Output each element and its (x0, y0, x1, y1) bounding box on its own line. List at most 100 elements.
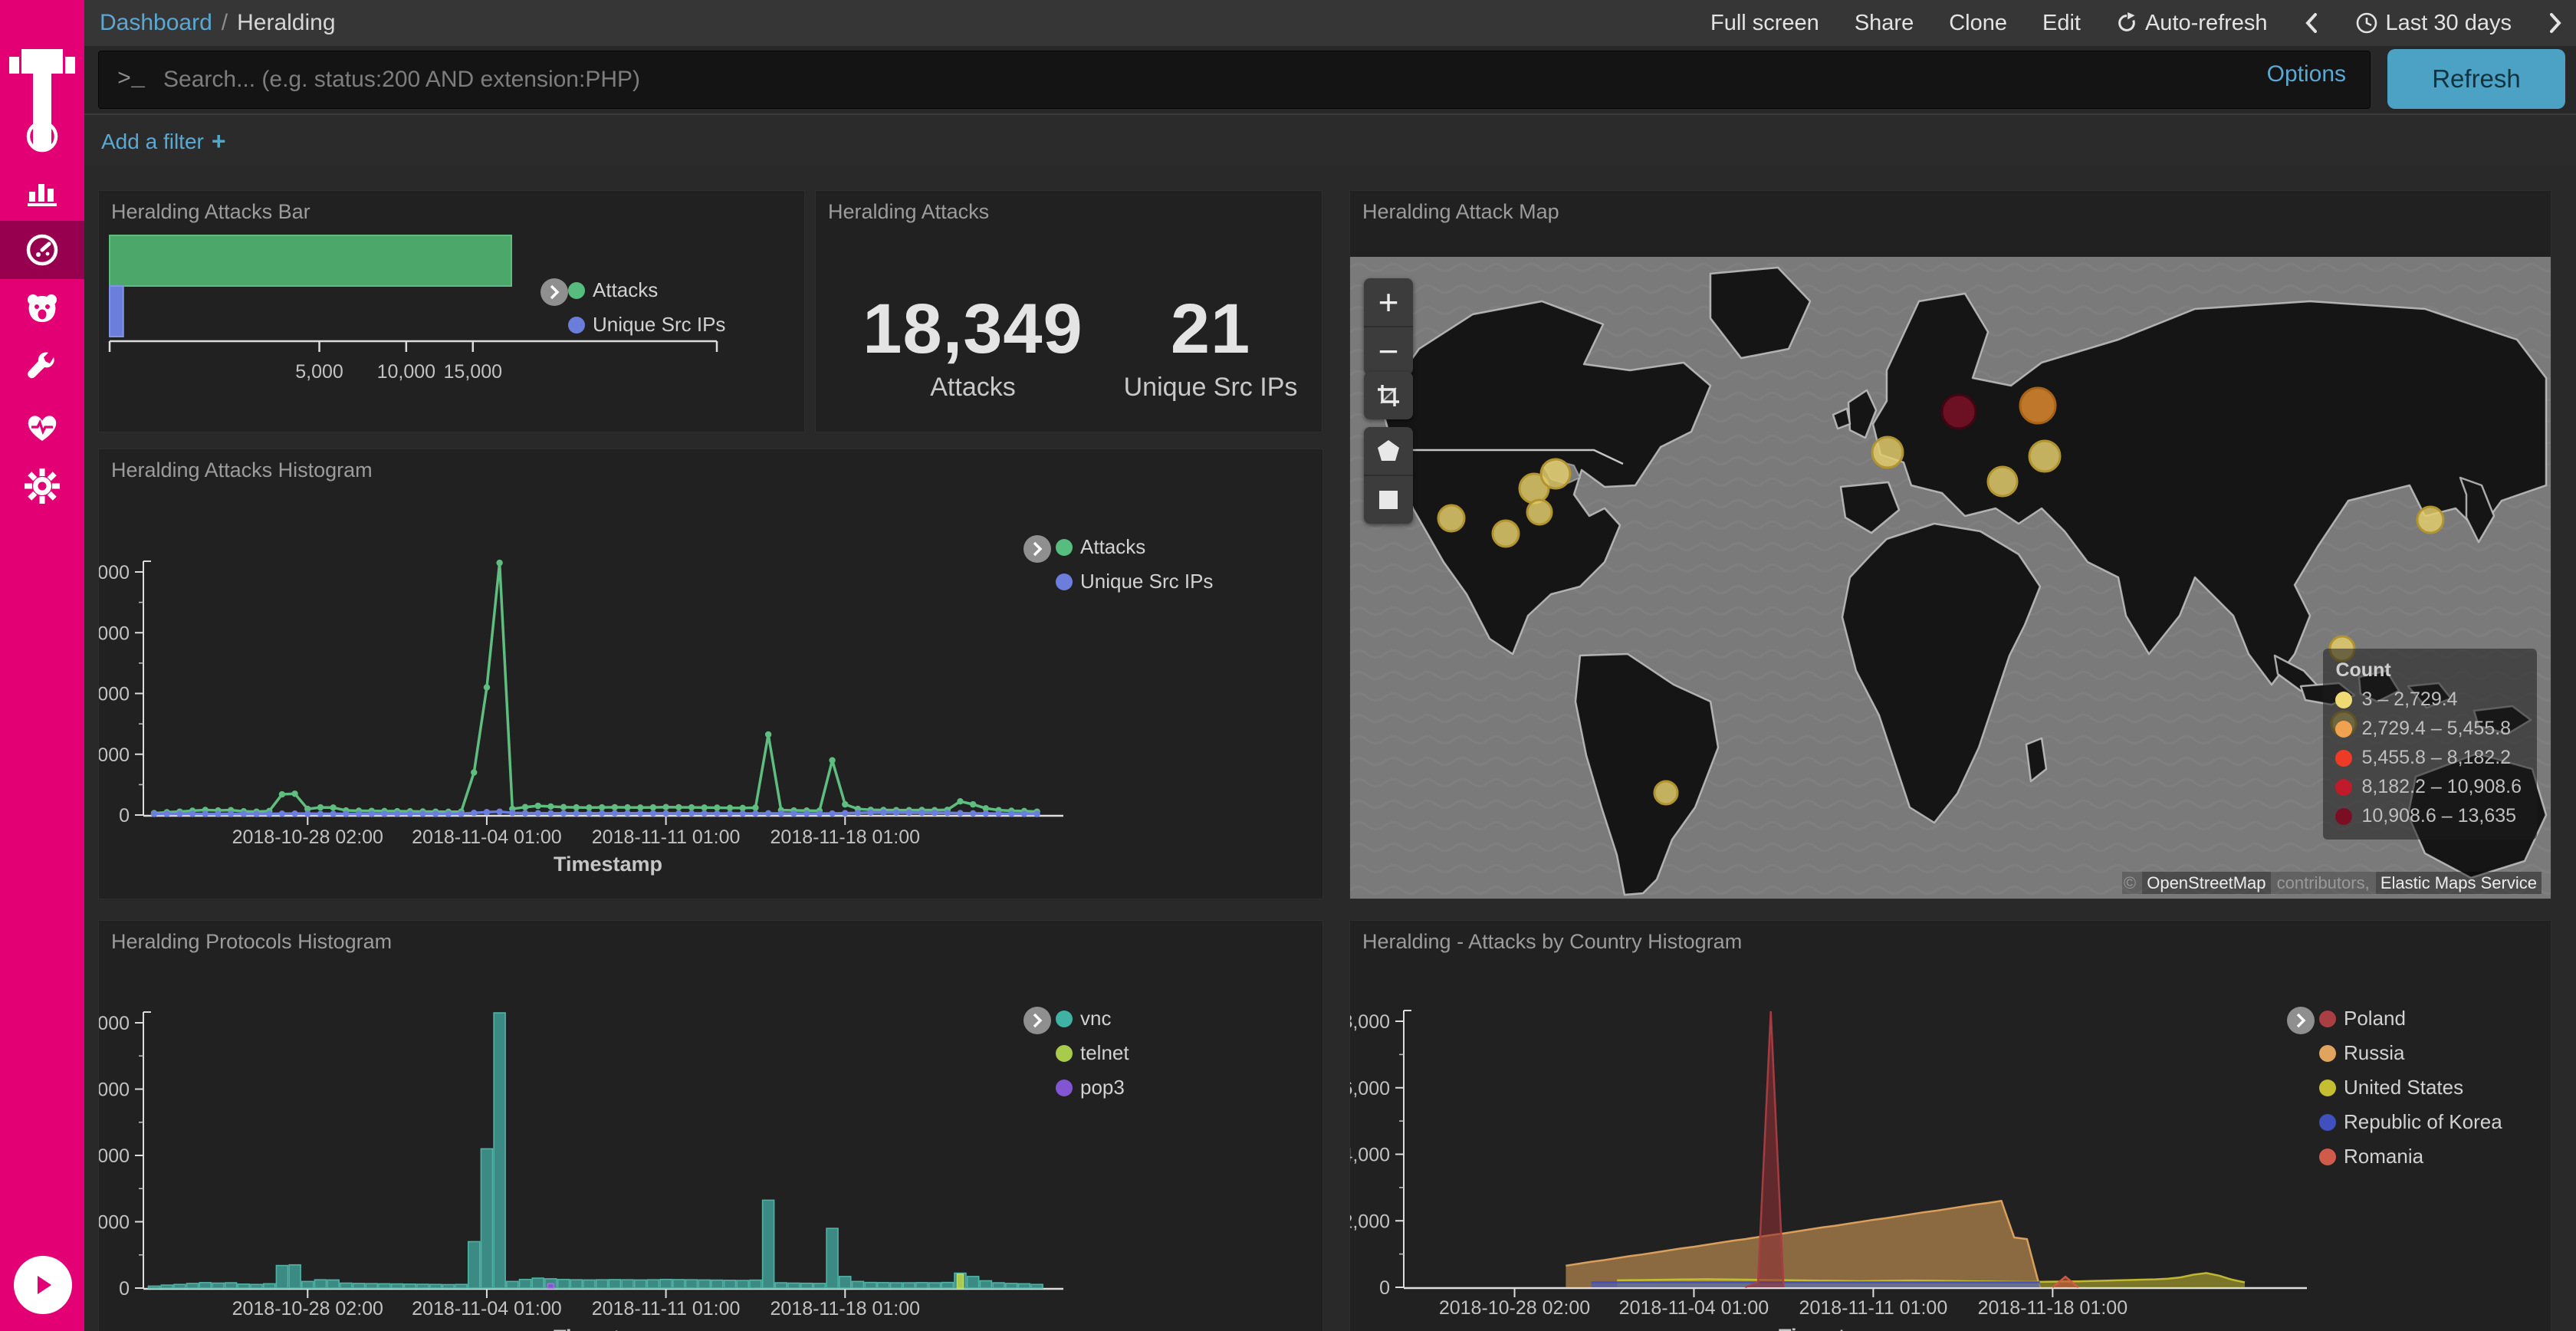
legend-item[interactable]: vnc (1056, 1007, 1129, 1030)
gauge-icon (23, 231, 61, 269)
terminal-prompt-icon: >_ (117, 67, 145, 93)
compass-icon (23, 117, 61, 156)
y-axis-tick-label: 0 (119, 805, 130, 827)
topnav-menu: Full screen Share Clone Edit Auto-refres… (1710, 0, 2564, 46)
sidebar-collapse-button[interactable] (14, 1256, 72, 1314)
legend-color-dot (2335, 750, 2352, 767)
elastic-maps-service-link[interactable]: Elastic Maps Service (2376, 872, 2542, 894)
sidebar-item-monitoring[interactable] (0, 398, 84, 456)
map-rectangle-tool-button[interactable] (1364, 475, 1413, 524)
chart-legend: vnc telnet pop3 (1056, 1007, 1129, 1099)
legend-item[interactable]: 2,729.4 – 5,455.8 (2335, 718, 2522, 740)
map-draw-controls (1364, 427, 1413, 524)
sidebar (0, 0, 84, 1331)
time-back-button[interactable] (2303, 12, 2320, 35)
gear-icon (23, 467, 61, 505)
legend-item[interactable]: 5,455.8 – 8,182.2 (2335, 747, 2522, 769)
panel-heralding-attacks-histogram: Heralding Attacks Histogram 02,0004,0006… (98, 449, 1323, 899)
fullscreen-button[interactable]: Full screen (1710, 11, 1819, 36)
breadcrumb: Dashboard / Heralding (100, 0, 336, 46)
map-zoom-in-button[interactable]: + (1364, 278, 1413, 326)
x-axis-tick-label: 2018-11-04 01:00 (1619, 1297, 1769, 1319)
attacks-histogram-chart: 02,0004,0006,0008,0002018-10-28 02:00201… (99, 449, 1322, 899)
panel-heralding-attack-map: Heralding Attack Map (1349, 190, 2551, 899)
panel-heralding-attacks-metric: Heralding Attacks 18,349 Attacks 21 Uniq… (815, 190, 1322, 432)
square-icon (1375, 487, 1401, 513)
x-axis-tick-label: 2018-10-28 02:00 (232, 827, 383, 848)
legend-item[interactable]: Attacks (568, 278, 725, 302)
y-axis-tick-label: 8,000 (99, 562, 130, 583)
legend-item[interactable]: Unique Src IPs (568, 313, 725, 337)
sidebar-item-management[interactable] (0, 457, 84, 515)
chevron-left-icon (2303, 12, 2320, 35)
search-box: >_ (98, 51, 2371, 109)
map-crop-button[interactable] (1364, 372, 1413, 419)
y-axis-tick-label: 2,000 (1350, 1211, 1390, 1232)
legend-toggle-icon[interactable] (1024, 535, 1051, 563)
x-axis-tick-label: 2018-11-11 01:00 (592, 1298, 741, 1319)
metric-attacks: 18,349 Attacks (839, 289, 1107, 403)
legend-color-dot (2319, 1114, 2336, 1131)
legend-label: 5,455.8 – 8,182.2 (2361, 747, 2511, 769)
legend-label: 8,182.2 – 10,908.6 (2361, 776, 2522, 798)
legend-item[interactable]: Attacks (1056, 535, 1213, 559)
metric-value: 21 (1107, 289, 1314, 370)
time-forward-button[interactable] (2547, 12, 2564, 35)
legend-item[interactable]: Poland (2319, 1007, 2502, 1030)
legend-label: Russia (2344, 1041, 2404, 1065)
sidebar-item-visualize[interactable] (0, 162, 84, 220)
panel-title: Heralding Attack Map (1362, 200, 1559, 224)
legend-toggle-icon[interactable] (1024, 1007, 1051, 1034)
panel-heralding-attacks-bar: Heralding Attacks Bar 5,00010,00015,000 … (98, 190, 805, 432)
panel-title: Heralding Attacks Bar (111, 200, 310, 224)
plus-icon: + (212, 127, 226, 156)
legend-item[interactable]: Russia (2319, 1041, 2502, 1065)
world-map[interactable]: + − (1350, 257, 2551, 899)
legend-item[interactable]: Romania (2319, 1145, 2502, 1168)
legend-toggle-icon[interactable] (2287, 1007, 2315, 1034)
openstreetmap-link[interactable]: OpenStreetMap (2142, 872, 2270, 894)
x-axis-tick-label: 2018-10-28 02:00 (232, 1298, 383, 1319)
map-polygon-tool-button[interactable] (1364, 427, 1413, 475)
edit-button[interactable]: Edit (2042, 11, 2081, 36)
legend-color-dot (2335, 692, 2352, 708)
y-axis-tick-label: 2,000 (99, 1212, 130, 1234)
legend-item[interactable]: Republic of Korea (2319, 1110, 2502, 1134)
legend-item[interactable]: 3 – 2,729.4 (2335, 689, 2522, 711)
sidebar-item-dev-tools[interactable] (0, 339, 84, 397)
legend-item[interactable]: pop3 (1056, 1076, 1129, 1099)
metric-label: Unique Src IPs (1107, 373, 1314, 403)
sidebar-item-honeypot[interactable] (0, 280, 84, 338)
axis-tick-label: 15,000 (444, 361, 502, 383)
legend-label: 2,729.4 – 5,455.8 (2361, 718, 2511, 740)
breadcrumb-dashboard-link[interactable]: Dashboard (100, 10, 212, 36)
legend-label: Republic of Korea (2344, 1110, 2502, 1134)
auto-refresh-button[interactable]: Auto-refresh (2116, 11, 2268, 36)
search-options-link[interactable]: Options (2267, 61, 2346, 87)
add-filter-link[interactable]: Add a filter + (101, 127, 226, 156)
chart-legend: Attacks Unique Src IPs (568, 278, 725, 337)
legend-label: vnc (1080, 1007, 1111, 1030)
axis-tick-label: 5,000 (295, 361, 343, 383)
legend-label: 3 – 2,729.4 (2361, 689, 2457, 711)
refresh-button[interactable]: Refresh (2387, 49, 2565, 109)
legend-item[interactable]: 8,182.2 – 10,908.6 (2335, 776, 2522, 798)
search-input[interactable] (162, 66, 2370, 94)
y-axis-tick-label: 0 (1379, 1277, 1390, 1299)
time-range-picker[interactable]: Last 30 days (2355, 11, 2512, 36)
share-button[interactable]: Share (1855, 11, 1914, 36)
sidebar-item-discover[interactable] (0, 107, 84, 166)
sidebar-item-dashboard[interactable] (0, 221, 84, 279)
legend-color-dot (1056, 1080, 1073, 1096)
legend-item[interactable]: telnet (1056, 1041, 1129, 1065)
legend-item[interactable]: 10,908.6 – 13,635 (2335, 805, 2522, 827)
map-fit-control (1364, 372, 1413, 419)
map-zoom-out-button[interactable]: − (1364, 326, 1413, 375)
y-axis-tick-label: 6,000 (99, 623, 130, 644)
clone-button[interactable]: Clone (1949, 11, 2007, 36)
legend-toggle-icon[interactable] (540, 278, 568, 306)
metric-label: Attacks (839, 373, 1107, 403)
legend-item[interactable]: United States (2319, 1076, 2502, 1099)
legend-item[interactable]: Unique Src IPs (1056, 570, 1213, 593)
y-axis-tick-label: 2,000 (99, 744, 130, 766)
